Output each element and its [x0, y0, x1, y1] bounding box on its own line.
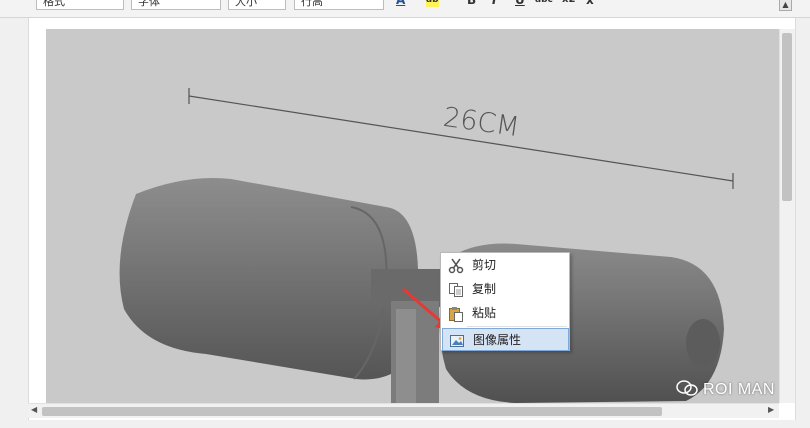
- scroll-right-icon[interactable]: ▶: [768, 405, 774, 414]
- menu-item-image-properties[interactable]: 图像属性: [442, 328, 569, 351]
- watermark: ROI MAN: [676, 380, 775, 399]
- font-color-button[interactable]: A: [396, 0, 405, 7]
- toolbar-scroll-up-icon[interactable]: ▲: [779, 0, 792, 11]
- horizontal-scrollbar[interactable]: ◀ ▶: [28, 403, 779, 418]
- italic-button[interactable]: I: [492, 0, 496, 7]
- underline-button[interactable]: U: [515, 0, 525, 7]
- vertical-scrollbar[interactable]: [779, 29, 795, 403]
- font-combo[interactable]: 字体: [131, 0, 221, 10]
- scissors-icon: [448, 258, 464, 274]
- vertical-scroll-thumb[interactable]: [782, 33, 792, 201]
- copy-icon: [448, 282, 464, 298]
- watermark-text: ROI MAN: [702, 381, 775, 398]
- scroll-left-icon[interactable]: ◀: [31, 405, 37, 414]
- strikethrough-button[interactable]: abc: [535, 0, 553, 7]
- menu-item-label: 剪切: [472, 258, 497, 272]
- subscript-button[interactable]: x2: [562, 0, 575, 7]
- clear-format-button[interactable]: x: [586, 0, 594, 7]
- menu-item-copy[interactable]: 复制: [442, 278, 569, 301]
- editor-toolbar: 格式 字体 大小 行高 A ab B I U abc x2 x ▲: [0, 0, 810, 18]
- highlight-button[interactable]: ab: [426, 0, 439, 7]
- menu-item-label: 粘贴: [472, 306, 497, 320]
- line-height-combo[interactable]: 行高: [294, 0, 384, 10]
- size-combo[interactable]: 大小: [228, 0, 286, 10]
- menu-item-label: 复制: [472, 282, 497, 296]
- wechat-icon: [676, 380, 698, 396]
- menu-item-cut[interactable]: 剪切: [442, 254, 569, 277]
- product-image[interactable]: 26CM ROI MAN: [46, 29, 779, 403]
- horizontal-scroll-thumb[interactable]: [42, 407, 662, 416]
- menu-item-paste[interactable]: 粘贴: [442, 302, 569, 325]
- image-icon: [449, 333, 465, 349]
- paste-icon: [448, 306, 464, 322]
- menu-separator: [467, 326, 567, 327]
- bold-button[interactable]: B: [467, 0, 476, 7]
- menu-item-label: 图像属性: [473, 333, 522, 347]
- context-menu: 剪切 复制 粘贴 图像属性: [440, 252, 570, 351]
- format-combo[interactable]: 格式: [36, 0, 124, 10]
